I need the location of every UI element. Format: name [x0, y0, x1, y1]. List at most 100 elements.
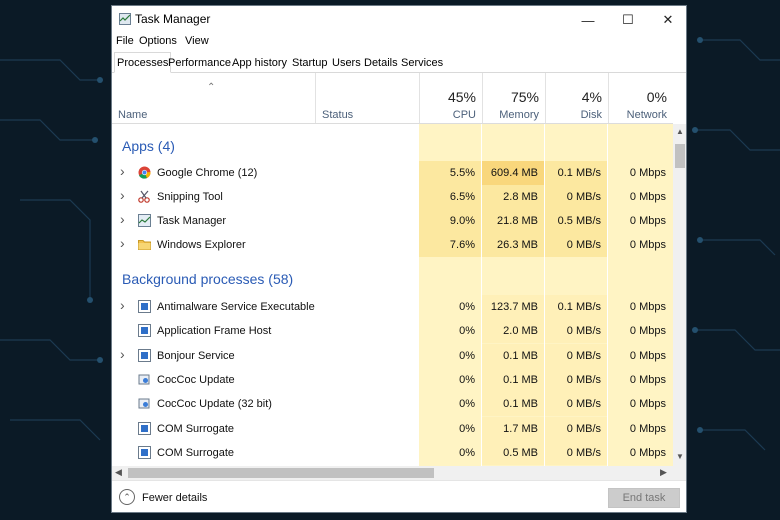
- chevron-right-icon[interactable]: ›: [120, 187, 125, 203]
- process-row[interactable]: COM Surrogate 0% 0.5 MB 0 MB/s 0 Mbps: [112, 440, 673, 465]
- column-status[interactable]: Status: [315, 73, 419, 123]
- chevron-right-icon[interactable]: ›: [120, 297, 125, 313]
- process-row[interactable]: › Bonjour Service 0% 0.1 MB 0 MB/s 0 Mbps: [112, 343, 673, 368]
- process-cpu: 0%: [459, 398, 475, 411]
- tab-users[interactable]: Users: [330, 54, 363, 72]
- cpu-total: 45%: [447, 89, 476, 105]
- chevron-right-icon[interactable]: ›: [120, 346, 125, 362]
- horizontal-scrollbar[interactable]: ◀ ▶: [112, 466, 673, 480]
- process-disk: 0 MB/s: [566, 349, 601, 362]
- task-manager-window: Task Manager — ☐ ✕ File Options View Pro…: [111, 5, 687, 513]
- column-cpu-label: CPU: [452, 109, 476, 121]
- tab-performance[interactable]: Performance: [166, 54, 233, 72]
- process-row[interactable]: CocCoc Update 0% 0.1 MB 0 MB/s 0 Mbps: [112, 367, 673, 392]
- process-row[interactable]: › Task Manager 9.0% 21.8 MB 0.5 MB/s 0 Mbps: [112, 209, 673, 233]
- process-cpu: 0%: [459, 325, 475, 338]
- process-name: COM Surrogate: [157, 446, 235, 459]
- process-disk: 0 MB/s: [566, 239, 601, 251]
- process-disk: 0.1 MB/s: [557, 301, 601, 313]
- process-row[interactable]: Application Frame Host 0% 2.0 MB 0 MB/s 0 Mb…: [112, 319, 673, 344]
- process-memory: 21.8 MB: [497, 215, 538, 227]
- network-total: 0%: [646, 89, 667, 105]
- chevron-right-icon[interactable]: ›: [120, 211, 125, 227]
- tab-details[interactable]: Details: [362, 54, 400, 72]
- chevron-right-icon[interactable]: ›: [120, 235, 125, 251]
- process-row[interactable]: CocCoc Update (32 bit) 0% 0.1 MB 0 MB/s 0 Mb…: [112, 392, 673, 417]
- column-header: ⌃ Name Status 45% CPU 75% Memory 4% Disk…: [112, 73, 673, 124]
- process-name: CocCoc Update: [157, 373, 235, 386]
- process-memory: 1.7 MB: [503, 422, 538, 435]
- process-memory: 609.4 MB: [490, 167, 538, 179]
- column-network-label: Network: [626, 109, 667, 121]
- column-cpu[interactable]: 45% CPU: [419, 73, 482, 123]
- folder-icon: [138, 238, 151, 251]
- service-icon: [138, 348, 151, 362]
- column-name-label: Name: [118, 109, 148, 121]
- process-cpu: 0%: [459, 373, 475, 386]
- column-name[interactable]: ⌃ Name: [112, 73, 315, 123]
- end-task-button[interactable]: End task: [608, 488, 680, 508]
- window-title: Task Manager: [135, 12, 211, 26]
- scroll-down-icon[interactable]: ▼: [676, 452, 684, 461]
- process-row[interactable]: › Antimalware Service Executable 0% 123.7 M…: [112, 295, 673, 319]
- group-header-apps: Apps (4): [112, 130, 673, 160]
- group-label: Background processes (58): [122, 271, 294, 287]
- task-manager-icon: [119, 13, 131, 25]
- process-cpu: 5.5%: [449, 167, 475, 179]
- process-network: 0 Mbps: [629, 349, 666, 362]
- process-memory: 123.7 MB: [490, 301, 538, 313]
- process-row[interactable]: › Google Chrome (12) 5.5% 609.4 MB 0.1 MB/s 0…: [112, 161, 673, 185]
- chevron-up-icon[interactable]: ⌃: [119, 489, 135, 505]
- maximize-button[interactable]: ☐: [608, 6, 648, 34]
- scroll-up-icon[interactable]: ▲: [676, 127, 684, 136]
- menu-view[interactable]: View: [185, 35, 209, 47]
- process-name: Task Manager: [157, 215, 227, 227]
- tab-processes[interactable]: Processes: [114, 52, 172, 73]
- process-network: 0 Mbps: [629, 398, 666, 411]
- process-disk: 0 MB/s: [566, 373, 601, 386]
- process-cpu: 0%: [459, 301, 475, 313]
- process-disk: 0 MB/s: [566, 446, 601, 459]
- close-button[interactable]: ✕: [648, 6, 686, 34]
- menu-options[interactable]: Options: [139, 35, 177, 47]
- process-cpu: 0%: [459, 422, 475, 435]
- menu-file[interactable]: File: [116, 35, 134, 47]
- chevron-right-icon[interactable]: ›: [120, 163, 125, 179]
- tab-bar: Processes Performance App history Startu…: [112, 52, 686, 73]
- process-row[interactable]: › Snipping Tool 6.5% 2.8 MB 0 MB/s 0 Mbps: [112, 185, 673, 209]
- updater-icon: [138, 373, 151, 386]
- process-disk: 0 MB/s: [566, 422, 601, 435]
- process-network: 0 Mbps: [629, 446, 666, 459]
- process-row[interactable]: › Windows Explorer 7.6% 26.3 MB 0 MB/s 0 Mbps: [112, 233, 673, 257]
- horizontal-scroll-thumb[interactable]: [128, 468, 434, 478]
- maximize-icon: ☐: [622, 12, 634, 27]
- process-memory: 2.0 MB: [503, 325, 538, 338]
- tab-startup[interactable]: Startup: [290, 54, 329, 72]
- column-network[interactable]: 0% Network: [608, 73, 673, 123]
- process-cpu: 0%: [459, 446, 475, 459]
- process-disk: 0.1 MB/s: [557, 167, 601, 179]
- minimize-icon: —: [581, 12, 595, 28]
- group-label: Apps (4): [122, 138, 175, 154]
- vertical-scrollbar[interactable]: ▲ ▼: [673, 124, 686, 466]
- process-cpu: 9.0%: [449, 215, 475, 227]
- memory-total: 75%: [510, 89, 539, 105]
- vertical-scroll-thumb[interactable]: [675, 144, 685, 168]
- column-disk[interactable]: 4% Disk: [545, 73, 608, 123]
- scroll-left-icon[interactable]: ◀: [115, 467, 122, 478]
- tab-app-history[interactable]: App history: [230, 54, 289, 72]
- tab-services[interactable]: Services: [399, 54, 445, 72]
- process-row[interactable]: COM Surrogate 0% 1.7 MB 0 MB/s 0 Mbps: [112, 416, 673, 441]
- scroll-right-icon[interactable]: ▶: [660, 467, 667, 478]
- minimize-button[interactable]: —: [568, 6, 608, 34]
- fewer-details-link[interactable]: Fewer details: [142, 492, 207, 504]
- process-network: 0 Mbps: [629, 191, 666, 203]
- process-name: Snipping Tool: [157, 191, 223, 203]
- process-name: Antimalware Service Executable: [157, 301, 315, 313]
- title-bar[interactable]: Task Manager — ☐ ✕: [112, 6, 686, 34]
- column-memory[interactable]: 75% Memory: [482, 73, 545, 123]
- service-icon: [138, 421, 151, 435]
- process-name: Google Chrome (12): [157, 167, 258, 179]
- scissors-icon: [138, 190, 151, 203]
- task-manager-icon: [138, 214, 151, 227]
